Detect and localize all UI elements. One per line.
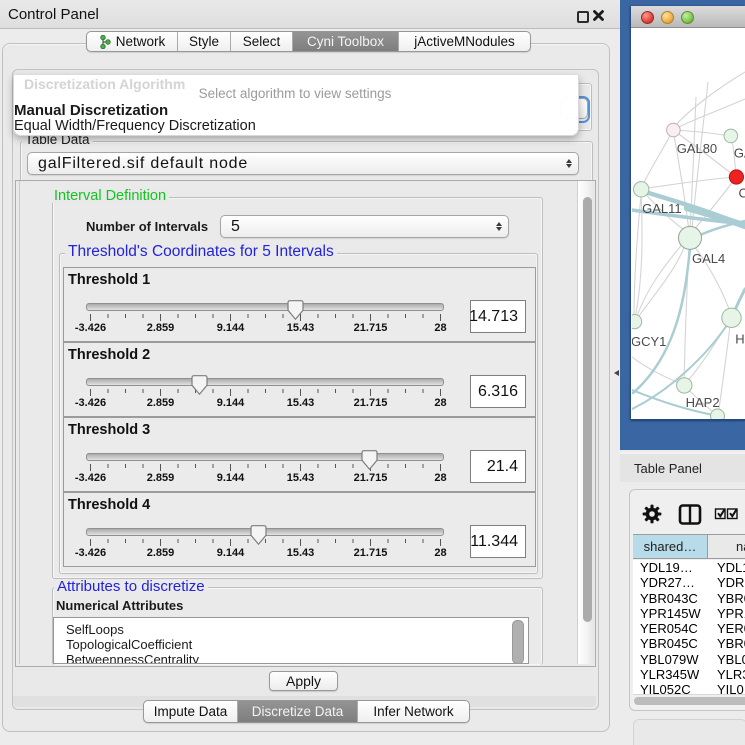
svg-text:C: C <box>739 186 745 201</box>
svg-text:HAP2: HAP2 <box>686 395 720 410</box>
svg-text:GCY1: GCY1 <box>632 334 666 349</box>
svg-text:GAL80: GAL80 <box>677 141 717 156</box>
svg-text:GAL11: GAL11 <box>642 201 682 216</box>
svg-text:GA: GA <box>734 146 745 161</box>
svg-text:GAL4: GAL4 <box>692 251 725 266</box>
svg-text:H: H <box>735 331 744 346</box>
